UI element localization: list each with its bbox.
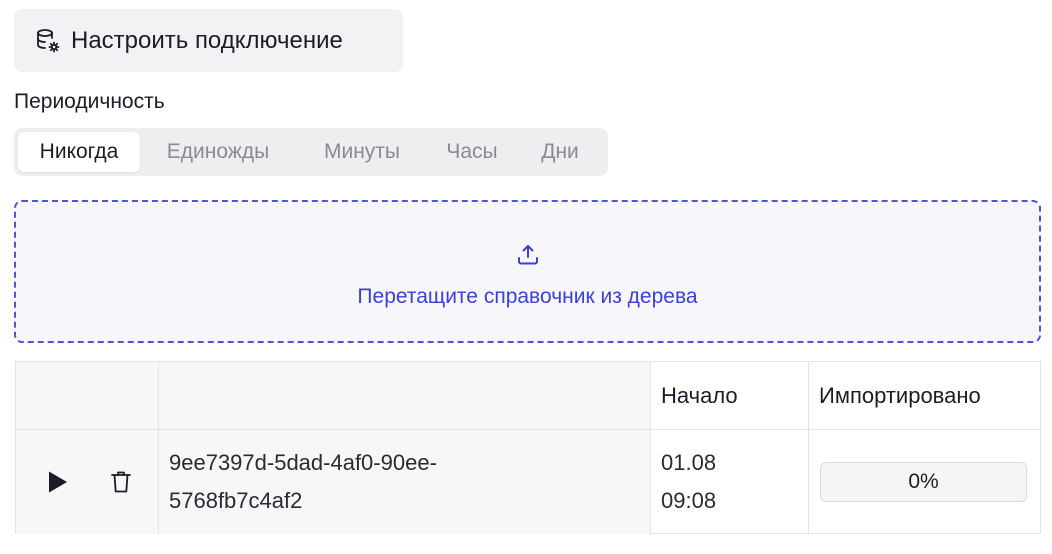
dropzone-text: Перетащите справочник из дерева (357, 284, 698, 308)
import-panel: Настроить подключение Периодичность Нико… (0, 0, 1052, 554)
trash-icon (111, 471, 131, 493)
periodicity-selector: Никогда Единожды Минуты Часы Дни (14, 128, 608, 176)
row-id-line-1: 9ee7397d-5dad-4af0-90ee- (169, 450, 437, 475)
periodicity-option-minutes[interactable]: Минуты (296, 132, 428, 172)
periodicity-option-days[interactable]: Дни (516, 132, 604, 172)
import-table: Начало Импортировано 9ee7397d-5dad-4af0-… (15, 361, 1041, 534)
row-start-time: 09:08 (661, 488, 717, 513)
configure-connection-label: Настроить подключение (71, 26, 343, 54)
row-imported-cell: 0% (809, 430, 1040, 534)
import-progress-label: 0% (908, 470, 939, 493)
row-start-cell: 01.08 09:08 (651, 430, 809, 534)
row-actions-cell (16, 430, 159, 534)
periodicity-title: Периодичность (14, 90, 165, 113)
delete-button[interactable] (106, 467, 136, 497)
configure-connection-button[interactable]: Настроить подключение (14, 9, 403, 72)
periodicity-option-once[interactable]: Единожды (140, 132, 296, 172)
database-settings-icon (34, 27, 62, 55)
header-imported: Импортировано (819, 382, 981, 408)
reference-dropzone[interactable]: Перетащите справочник из дерева (14, 200, 1041, 343)
periodicity-option-hours[interactable]: Часы (428, 132, 516, 172)
table-row: 9ee7397d-5dad-4af0-90ee- 5768fb7c4af2 01… (16, 429, 1040, 534)
table-header-row: Начало Импортировано (16, 362, 1040, 429)
header-start: Начало (651, 362, 809, 429)
row-id-line-2: 5768fb7c4af2 (169, 488, 303, 513)
row-id-cell: 9ee7397d-5dad-4af0-90ee- 5768fb7c4af2 (159, 430, 651, 534)
import-progress-bar: 0% (820, 462, 1027, 502)
play-icon (49, 471, 67, 493)
header-actions-cell (16, 362, 159, 429)
periodicity-option-never[interactable]: Никогда (18, 132, 140, 172)
row-start-date: 01.08 (661, 450, 717, 475)
header-id-cell (159, 362, 651, 429)
play-button[interactable] (42, 467, 72, 497)
upload-icon (514, 241, 542, 269)
